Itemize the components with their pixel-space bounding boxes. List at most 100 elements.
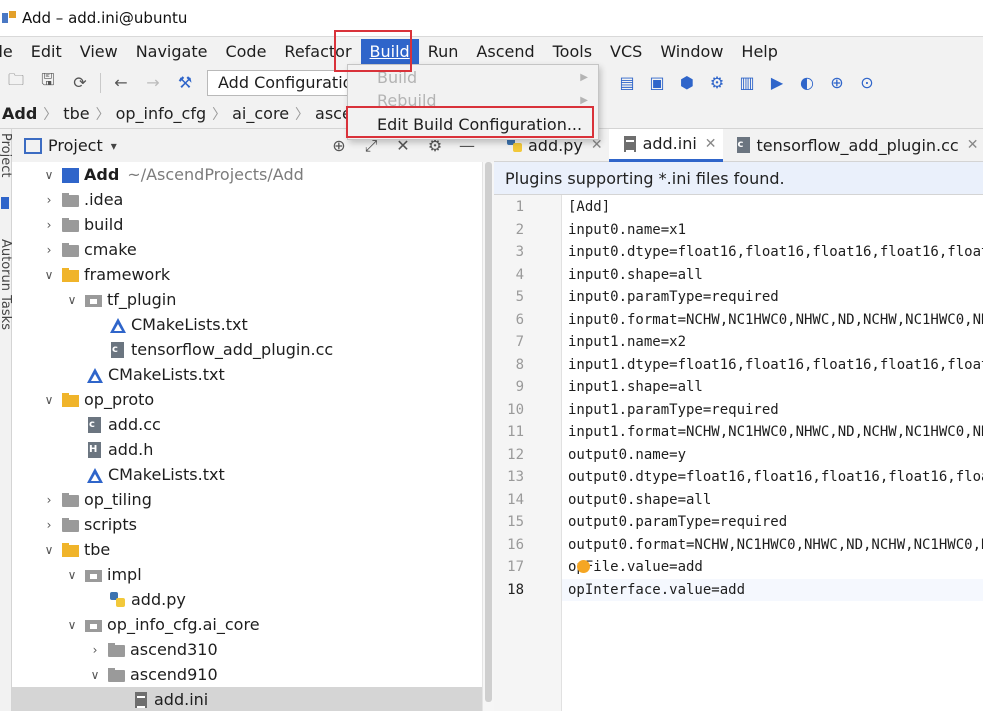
ascend-monitor-icon[interactable]: ▶ <box>766 72 788 94</box>
breadcrumb-item[interactable]: tbe <box>57 104 95 123</box>
back-arrow-icon[interactable]: ← <box>110 72 132 94</box>
project-panel-title[interactable]: Project <box>48 136 103 155</box>
tree-item[interactable]: CMakeLists.txt <box>12 462 482 487</box>
tree-item[interactable]: ∨ Add ~/AscendProjects/Add <box>12 162 482 187</box>
code-line[interactable]: input0.paramType=required <box>568 286 983 309</box>
save-icon[interactable]: 🖫 <box>37 70 59 94</box>
breadcrumb-item[interactable]: Add <box>0 104 43 123</box>
ascend-compare-icon[interactable]: ⊙ <box>856 72 878 94</box>
code-line[interactable]: output0.paramType=required <box>568 511 983 534</box>
menu-run[interactable]: Run <box>419 39 468 65</box>
menu-ascend[interactable]: Ascend <box>467 39 543 65</box>
chevron-down-icon[interactable]: ∨ <box>65 618 79 632</box>
tree-item-selected[interactable]: add.ini <box>12 687 482 711</box>
chevron-down-icon[interactable]: ∨ <box>65 293 79 307</box>
code-line[interactable]: input0.name=x1 <box>568 219 983 242</box>
menu-window[interactable]: Window <box>651 39 732 65</box>
tree-item[interactable]: CMakeLists.txt <box>12 362 482 387</box>
tree-item[interactable]: ∨ tbe <box>12 537 482 562</box>
tree-item[interactable]: › op_tiling <box>12 487 482 512</box>
code-line[interactable]: input1.name=x2 <box>568 331 983 354</box>
ascend-convert-icon[interactable]: ⬢ <box>676 72 698 94</box>
open-folder-icon[interactable]: 🗀 <box>5 70 27 94</box>
code-line[interactable]: [Add] <box>568 196 983 219</box>
tree-item[interactable]: ∨ tf_plugin <box>12 287 482 312</box>
code-editor[interactable]: [Add] input0.name=x1 input0.dtype=float16,… <box>562 195 983 711</box>
tree-item[interactable]: › ascend310 <box>12 637 482 662</box>
lightbulb-icon[interactable] <box>577 560 590 573</box>
tree-item[interactable]: › build <box>12 212 482 237</box>
tree-item[interactable]: › scripts <box>12 512 482 537</box>
code-line[interactable]: input0.format=NCHW,NC1HWC0,NHWC,ND,NCHW,… <box>568 309 983 332</box>
ascend-search-icon[interactable]: ⊕ <box>826 72 848 94</box>
breadcrumb-item[interactable]: op_info_cfg <box>110 104 213 123</box>
code-line[interactable]: output0.dtype=float16,float16,float16,fl… <box>568 466 983 489</box>
code-line[interactable]: opInterface.value=add <box>568 579 983 602</box>
tree-item[interactable]: ∨ framework <box>12 262 482 287</box>
chevron-right-icon[interactable]: › <box>42 243 56 257</box>
tab-tensorflow-add-plugin[interactable]: tensorflow_add_plugin.cc ✕ <box>723 129 983 162</box>
menu-help[interactable]: Help <box>732 39 786 65</box>
run-configuration-select[interactable]: Add Configuration... <box>207 69 353 96</box>
chevron-down-icon[interactable]: ∨ <box>88 668 102 682</box>
close-icon[interactable]: ✕ <box>705 136 717 152</box>
code-line[interactable]: output0.shape=all <box>568 489 983 512</box>
chevron-down-icon[interactable]: ∨ <box>42 168 56 182</box>
menu-file[interactable]: ile <box>0 39 22 65</box>
breadcrumb-item[interactable]: ai_core <box>226 104 295 123</box>
tree-item[interactable]: CMakeLists.txt <box>12 312 482 337</box>
menu-refactor[interactable]: Refactor <box>275 39 360 65</box>
chevron-right-icon[interactable]: › <box>42 493 56 507</box>
chevron-right-icon[interactable]: › <box>42 193 56 207</box>
close-icon[interactable]: ✕ <box>967 137 979 153</box>
tree-item[interactable]: ∨ impl <box>12 562 482 587</box>
tree-item[interactable]: tensorflow_add_plugin.cc <box>12 337 482 362</box>
menu-view[interactable]: View <box>71 39 127 65</box>
ascend-dump-icon[interactable]: ◐ <box>796 72 818 94</box>
code-line[interactable]: input1.dtype=float16,float16,float16,flo… <box>568 354 983 377</box>
chevron-down-icon[interactable]: ∨ <box>42 543 56 557</box>
menu-vcs[interactable]: VCS <box>601 39 651 65</box>
sync-icon[interactable]: ⟳ <box>69 72 91 94</box>
code-line[interactable]: input0.dtype=float16,float16,float16,flo… <box>568 241 983 264</box>
menu-navigate[interactable]: Navigate <box>127 39 217 65</box>
chevron-down-icon[interactable]: ∨ <box>42 393 56 407</box>
tree-item[interactable]: › .idea <box>12 187 482 212</box>
menu-edit[interactable]: Edit <box>22 39 71 65</box>
code-line[interactable]: input1.paramType=required <box>568 399 983 422</box>
code-line[interactable]: input1.format=NCHW,NC1HWC0,NHWC,ND,NCHW,… <box>568 421 983 444</box>
tree-item[interactable]: ∨ op_proto <box>12 387 482 412</box>
ascend-model-icon[interactable]: ▣ <box>646 72 668 94</box>
code-line[interactable]: input1.shape=all <box>568 376 983 399</box>
tab-add-ini[interactable]: add.ini ✕ <box>608 128 723 162</box>
chevron-right-icon[interactable]: › <box>42 518 56 532</box>
menu-item-rebuild[interactable]: Rebuild ▶ <box>348 89 598 112</box>
scrollbar-thumb[interactable] <box>485 162 492 702</box>
menu-tools[interactable]: Tools <box>544 39 601 65</box>
forward-arrow-icon[interactable]: → <box>142 72 164 94</box>
chevron-down-icon[interactable]: ∨ <box>65 568 79 582</box>
chevron-down-icon[interactable]: ∨ <box>42 268 56 282</box>
ascend-tune-icon[interactable]: ⚙ <box>706 72 728 94</box>
tree-item[interactable]: ∨ ascend910 <box>12 662 482 687</box>
tree-item[interactable]: add.h <box>12 437 482 462</box>
build-hammer-icon[interactable]: ⚒ <box>174 72 196 94</box>
menu-item-edit-build-configuration[interactable]: Edit Build Configuration... <box>348 113 598 136</box>
ascend-profiler-icon[interactable]: ▥ <box>736 72 758 94</box>
code-line[interactable]: opFile.value=add <box>568 556 983 579</box>
ascend-deploy-icon[interactable]: ▤ <box>616 72 638 94</box>
chevron-down-icon[interactable]: ▾ <box>111 139 117 153</box>
code-line[interactable]: output0.format=NCHW,NC1HWC0,NHWC,ND,NCHW… <box>568 534 983 557</box>
menu-code[interactable]: Code <box>216 39 275 65</box>
menu-build[interactable]: Build <box>360 38 419 65</box>
code-line[interactable]: input0.shape=all <box>568 264 983 287</box>
chevron-right-icon[interactable]: › <box>42 218 56 232</box>
tree-item[interactable]: add.py <box>12 587 482 612</box>
tree-item[interactable]: ∨ op_info_cfg.ai_core <box>12 612 482 637</box>
chevron-right-icon[interactable]: › <box>88 643 102 657</box>
tree-item[interactable]: › cmake <box>12 237 482 262</box>
menu-item-build[interactable]: Build ▶ <box>348 66 598 89</box>
code-line[interactable]: output0.name=y <box>568 444 983 467</box>
tree-item[interactable]: add.cc <box>12 412 482 437</box>
project-tree-scrollbar[interactable] <box>482 162 494 711</box>
